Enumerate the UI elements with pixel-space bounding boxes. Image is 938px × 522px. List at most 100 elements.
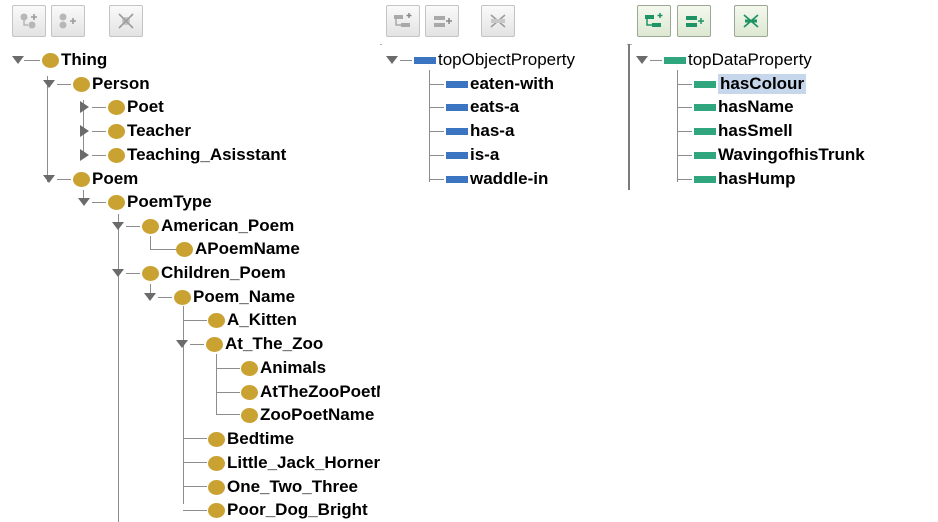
object-property-item[interactable]: eats-a [430,96,519,118]
add-sibling-data-property-button[interactable] [677,5,711,37]
expand-toggle-icon[interactable] [112,267,124,279]
object-property-icon [446,151,468,159]
class-icon [241,407,258,423]
data-property-item[interactable]: hasSmell [678,120,793,142]
delete-class-button[interactable] [109,5,143,37]
class-node-teaching-assistant[interactable]: Teaching_Asisstant [78,144,286,166]
expand-toggle-icon[interactable] [636,54,648,66]
class-node-poet[interactable]: Poet [78,96,164,118]
delete-class-icon [118,13,134,29]
expand-toggle-icon[interactable] [176,338,188,350]
class-icon [73,171,90,187]
object-property-panel: topObjectProperty eaten-with eats-a has-… [382,44,627,522]
property-label: waddle-in [470,169,549,188]
class-label: One_Two_Three [227,477,358,496]
object-property-item[interactable]: is-a [430,144,499,166]
add-sibling-property-icon [686,16,704,27]
object-property-icon [446,127,468,135]
delete-data-property-button[interactable] [734,5,768,37]
delete-property-icon [743,14,759,28]
class-label: APoemName [195,239,300,258]
class-icon [176,241,193,257]
class-node-poemtype[interactable]: PoemType [78,191,212,213]
class-node-person[interactable]: Person [43,73,150,95]
data-property-item[interactable]: hasName [678,96,794,118]
class-node-poor-dog-bright[interactable]: Poor_Dog_Bright [208,499,368,521]
class-label: A_Kitten [227,310,297,329]
class-label: Poem [92,169,139,188]
class-hierarchy-panel: Thing Person Poet Teacher Teaching_Asiss… [0,44,380,522]
expand-toggle-icon[interactable] [78,196,90,208]
property-label: has-a [470,121,515,140]
class-icon [208,431,225,447]
delete-object-property-button[interactable] [481,5,515,37]
delete-property-icon [490,14,506,28]
data-property-item[interactable]: WavingofhisTrunk [678,144,865,166]
data-property-item-selected[interactable]: hasColour [678,73,807,95]
class-label: AtTheZooPoetName [260,382,380,401]
class-node-apoemname[interactable]: APoemName [176,238,300,260]
expand-toggle-icon[interactable] [112,220,124,232]
class-node-poem[interactable]: Poem [43,168,138,190]
object-property-icon [446,175,468,183]
class-icon [108,194,125,210]
class-label: Animals [260,358,327,377]
property-label: is-a [470,145,500,164]
data-property-icon [694,80,716,88]
add-sub-property-icon [645,13,663,27]
class-icon [206,336,223,352]
object-property-item[interactable]: eaten-with [430,73,554,95]
class-node-thing[interactable]: Thing [12,49,107,71]
object-property-root[interactable]: topObjectProperty [386,49,575,71]
expand-toggle-icon[interactable] [43,173,55,185]
data-property-item[interactable]: hasHump [678,168,795,190]
collapse-toggle-icon[interactable] [78,149,90,161]
property-label: hasSmell [718,121,793,140]
add-sibling-property-icon [434,16,452,27]
expand-toggle-icon[interactable] [12,54,24,66]
expand-toggle-icon[interactable] [144,291,156,303]
add-sibling-class-button[interactable] [51,5,85,37]
class-node-a-kitten[interactable]: A_Kitten [208,309,297,331]
add-subclass-button[interactable] [12,5,46,37]
class-icon [108,99,125,115]
class-node-american-poem[interactable]: American_Poem [112,215,294,237]
class-node-one-two-three[interactable]: One_Two_Three [208,476,358,498]
class-node-poem-name[interactable]: Poem_Name [144,286,295,308]
collapse-toggle-icon[interactable] [78,125,90,137]
class-node-little-jack-horner[interactable]: Little_Jack_Horner [208,452,380,474]
add-sub-data-property-button[interactable] [637,5,671,37]
class-label: Thing [61,50,108,69]
class-node-at-the-zoo[interactable]: At_The_Zoo [176,333,323,355]
class-node-atthezoopoetname[interactable]: AtTheZooPoetName [241,381,380,403]
property-label: hasHump [718,169,796,188]
data-property-icon [664,56,686,64]
class-icon [208,455,225,471]
expand-toggle-icon[interactable] [43,78,55,90]
expand-toggle-icon[interactable] [386,54,398,66]
add-sub-object-property-button[interactable] [386,5,420,37]
class-node-teacher[interactable]: Teacher [78,120,191,142]
object-property-item[interactable]: waddle-in [430,168,548,190]
class-icon [208,502,225,518]
class-label: At_The_Zoo [225,334,324,353]
class-label: Teaching_Asisstant [127,145,287,164]
class-icon [73,76,90,92]
class-node-children-poem[interactable]: Children_Poem [112,262,286,284]
property-label: eaten-with [470,74,555,93]
object-property-item[interactable]: has-a [430,120,514,142]
panel-divider [628,44,630,190]
class-label: Poem_Name [193,287,296,306]
class-label: Children_Poem [161,263,286,282]
class-icon [208,312,225,328]
collapse-toggle-icon[interactable] [78,101,90,113]
class-icon [142,265,159,281]
class-label: PoemType [127,192,212,211]
data-property-icon [694,103,716,111]
add-sibling-object-property-button[interactable] [425,5,459,37]
class-node-zoopoetname[interactable]: ZooPoetName [241,404,374,426]
data-property-root[interactable]: topDataProperty [636,49,812,71]
property-label: eats-a [470,97,520,116]
class-node-bedtime[interactable]: Bedtime [208,428,294,450]
class-node-animals[interactable]: Animals [241,357,326,379]
